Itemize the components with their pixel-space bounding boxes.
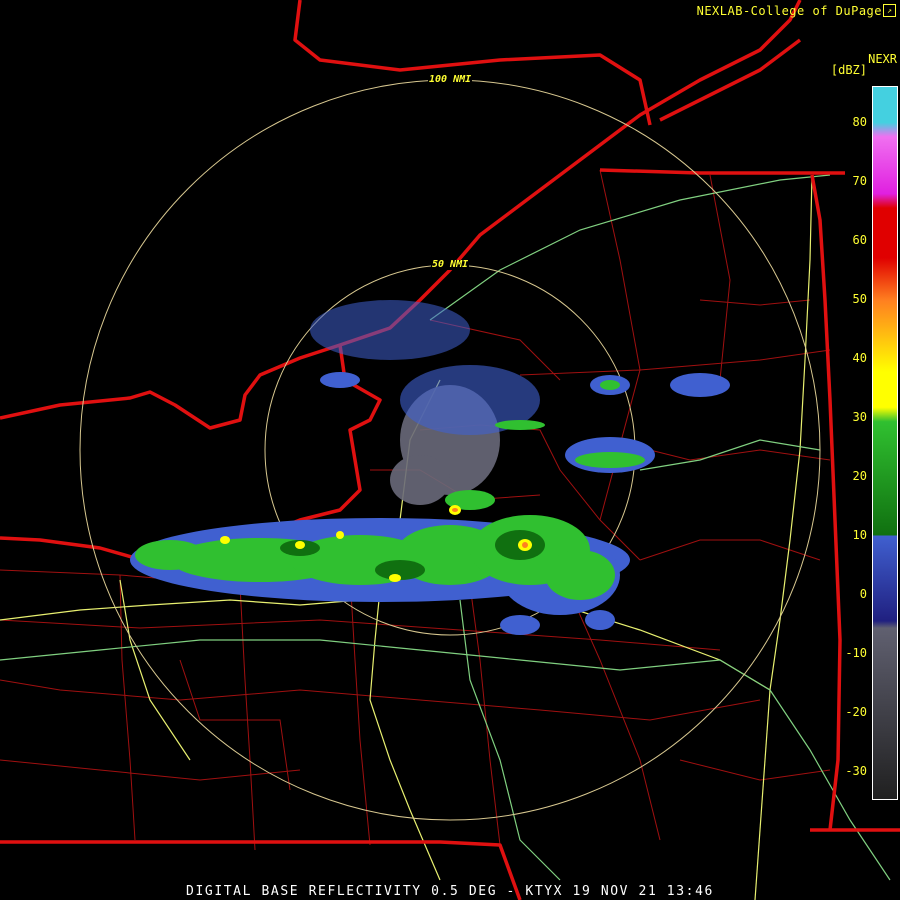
product-footer: DIGITAL BASE REFLECTIVITY 0.5 DEG - KTYX… (186, 884, 714, 899)
radar-map (0, 0, 900, 900)
color-scale-tick: 50 (852, 292, 867, 306)
range-ring-label-50: 50 NMI (431, 259, 470, 270)
color-scale-tick: 20 (852, 469, 867, 483)
color-scale-tick: 0 (859, 587, 867, 601)
color-scale-tick: -30 (845, 764, 867, 778)
credit-text: NEXLAB-College of DuPage (696, 4, 882, 18)
color-scale-tick: -20 (845, 705, 867, 719)
color-scale-bar (872, 86, 898, 800)
radar-echoes (130, 300, 730, 635)
units-label: [dBZ] (830, 63, 867, 77)
logo-icon[interactable]: ↗ (883, 4, 896, 17)
product-label: NEXR (868, 52, 897, 66)
color-scale-tick: 10 (852, 528, 867, 542)
color-scale-tick: 80 (852, 115, 867, 129)
color-scale-tick: 30 (852, 410, 867, 424)
color-scale-tick: 70 (852, 174, 867, 188)
color-scale-tick: 40 (852, 351, 867, 365)
color-scale-tick: 60 (852, 233, 867, 247)
color-scale-tick: -10 (845, 646, 867, 660)
range-ring-label-100: 100 NMI (428, 74, 473, 85)
county-lines (0, 169, 831, 851)
